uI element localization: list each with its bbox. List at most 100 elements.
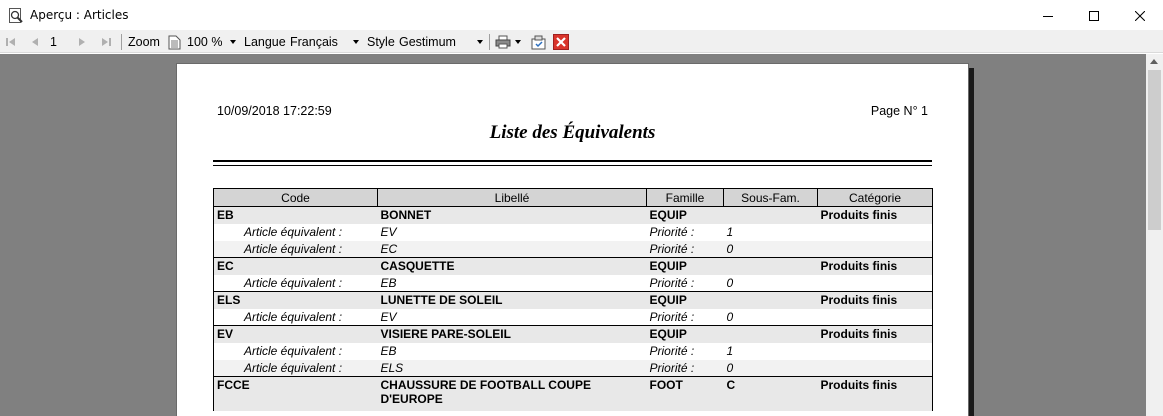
item-libelle: LUNETTE DE SOLEIL [377, 291, 647, 309]
close-icon [553, 34, 569, 50]
minimize-button[interactable] [1025, 0, 1071, 31]
maximize-icon [1089, 10, 1099, 21]
item-categorie: Produits finis [817, 325, 933, 343]
item-famille: EQUIP [646, 325, 724, 343]
equivalent-article: ELS [377, 359, 647, 377]
equivalent-article: EB [377, 274, 647, 292]
zoom-value: 100 % [187, 35, 223, 49]
item-libelle: CHAUSSURE DE FOOTBALL COUPE D'EUROPE [377, 376, 647, 411]
style-select[interactable]: Gestimum [399, 33, 485, 51]
equivalent-article: EC [377, 240, 647, 258]
previous-page-icon [32, 38, 38, 46]
page-zoom-icon [168, 31, 181, 53]
export-button[interactable] [530, 31, 547, 53]
preview-magnifier-icon [9, 8, 23, 23]
zoom-select[interactable]: 100 % [187, 33, 239, 51]
column-header-categorie: Catégorie [817, 188, 933, 207]
equivalent-label: Article équivalent : [213, 308, 378, 326]
item-categorie: Produits finis [817, 206, 933, 224]
language-label: Langue [244, 35, 286, 49]
scrollbar-thumb[interactable] [1148, 70, 1161, 230]
equivalent-row: Article équivalent : EB Priorité : 1 [213, 342, 933, 360]
item-famille: EQUIP [646, 291, 724, 309]
report-date: 10/09/2018 17:22:59 [217, 104, 332, 118]
item-categorie: Produits finis [817, 291, 933, 309]
next-page-button[interactable] [77, 31, 87, 53]
equivalent-article: EB [377, 342, 647, 360]
export-icon [531, 35, 546, 49]
report-page-number: Page N° 1 [870, 104, 928, 118]
item-libelle: VISIERE PARE-SOLEIL [377, 325, 647, 343]
last-page-button[interactable] [100, 31, 112, 53]
toolbar-separator [489, 34, 490, 50]
item-libelle: CASQUETTE [377, 257, 647, 275]
style-value: Gestimum [399, 35, 456, 49]
column-header-famille: Famille [646, 188, 724, 207]
column-header-sous-famille: Sous-Fam. [723, 188, 818, 207]
equivalent-label: Article équivalent : [213, 223, 378, 241]
chevron-down-icon [477, 40, 483, 44]
style-label: Style [367, 35, 395, 49]
table-row: EV VISIERE PARE-SOLEIL EQUIP Produits fi… [213, 325, 933, 343]
equivalent-row: Article équivalent : EC Priorité : 0 [213, 240, 933, 258]
priority-label: Priorité : [646, 274, 724, 292]
priority-label: Priorité : [646, 240, 724, 258]
item-sous-famille [723, 257, 818, 275]
equivalent-label: Article équivalent : [213, 342, 378, 360]
priority-label: Priorité : [646, 359, 724, 377]
preview-area[interactable]: 10/09/2018 17:22:59 Page N° 1 Liste des … [0, 54, 1146, 416]
title-rule [213, 160, 932, 162]
item-libelle: BONNET [377, 206, 647, 224]
table-row: FCCE CHAUSSURE DE FOOTBALL COUPE D'EUROP… [213, 376, 933, 411]
title-rule [213, 165, 932, 166]
item-categorie: Produits finis [817, 376, 933, 411]
column-header-libelle: Libellé [377, 188, 647, 207]
priority-value: 1 [723, 223, 818, 241]
table-row: EC CASQUETTE EQUIP Produits finis [213, 257, 933, 275]
page-number-field[interactable]: 1 [50, 31, 57, 53]
item-categorie: Produits finis [817, 257, 933, 275]
preview-toolbar: 1 Zoom 100 % Langue Français Style Gesti… [0, 31, 1163, 53]
close-preview-button[interactable] [553, 31, 569, 53]
close-window-button[interactable] [1117, 0, 1163, 31]
equivalent-article: EV [377, 308, 647, 326]
equivalent-label: Article équivalent : [213, 240, 378, 258]
priority-value: 0 [723, 240, 818, 258]
item-sous-famille [723, 206, 818, 224]
priority-label: Priorité : [646, 308, 724, 326]
item-famille: EQUIP [646, 206, 724, 224]
equivalent-label: Article équivalent : [213, 274, 378, 292]
scroll-up-icon[interactable] [1150, 59, 1158, 64]
equivalents-table: Code Libellé Famille Sous-Fam. Catégorie… [213, 188, 933, 411]
first-page-icon [6, 38, 15, 46]
language-select[interactable]: Français [290, 33, 361, 51]
priority-value: 0 [723, 359, 818, 377]
equivalent-row: Article équivalent : ELS Priorité : 0 [213, 359, 933, 377]
window-title: Aperçu : Articles [30, 8, 129, 22]
item-code: FCCE [213, 376, 378, 411]
priority-label: Priorité : [646, 342, 724, 360]
language-value: Français [290, 35, 338, 49]
last-page-icon [102, 38, 111, 46]
item-sous-famille [723, 325, 818, 343]
report-page: 10/09/2018 17:22:59 Page N° 1 Liste des … [176, 63, 969, 416]
first-page-button[interactable] [5, 31, 17, 53]
table-header-row: Code Libellé Famille Sous-Fam. Catégorie [213, 188, 933, 207]
item-famille: EQUIP [646, 257, 724, 275]
priority-value: 0 [723, 274, 818, 292]
chevron-down-icon [353, 40, 359, 44]
item-famille: FOOT [646, 376, 724, 411]
item-code: EB [213, 206, 378, 224]
equivalent-label: Article équivalent : [213, 359, 378, 377]
item-sous-famille [723, 291, 818, 309]
table-row: EB BONNET EQUIP Produits finis [213, 206, 933, 224]
equivalent-row: Article équivalent : EB Priorité : 0 [213, 274, 933, 292]
previous-page-button[interactable] [30, 31, 40, 53]
column-header-code: Code [213, 188, 378, 207]
vertical-scrollbar[interactable] [1146, 54, 1163, 416]
maximize-button[interactable] [1071, 0, 1117, 31]
priority-label: Priorité : [646, 223, 724, 241]
print-button[interactable] [495, 31, 521, 53]
priority-value: 0 [723, 308, 818, 326]
minimize-icon [1043, 15, 1053, 17]
